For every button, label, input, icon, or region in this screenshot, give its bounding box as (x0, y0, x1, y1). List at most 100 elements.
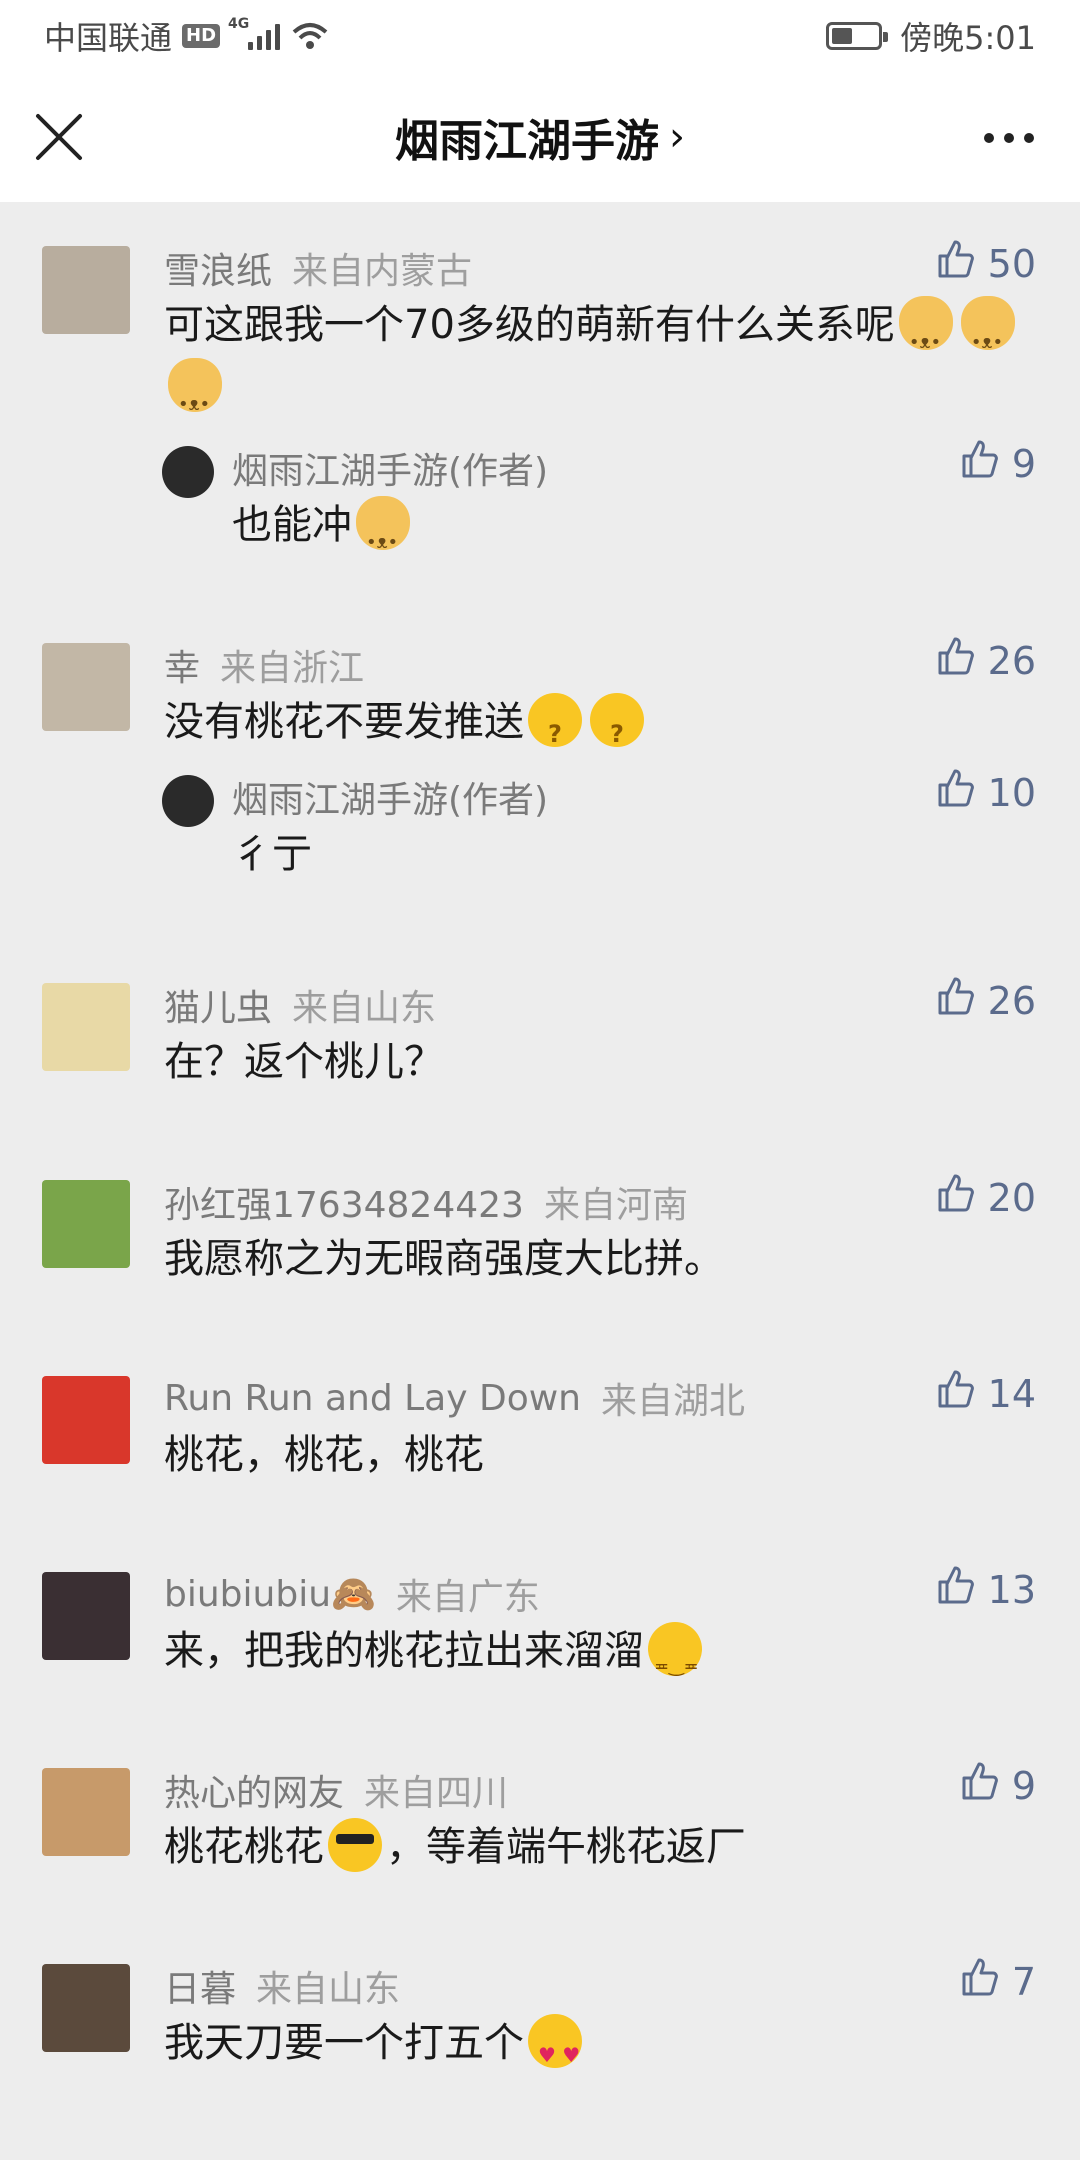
reply-author[interactable]: 烟雨江湖手游(作者) (232, 771, 548, 823)
comment-text: 我愿称之为无暇商强度大比拼。 (164, 1228, 1020, 1290)
comment-meta: Run Run and Lay Down 来自湖北 (164, 1372, 745, 1424)
thumbs-up-icon (934, 767, 976, 818)
avatar[interactable] (42, 246, 130, 334)
battery-icon (826, 22, 889, 50)
chevron-right-icon: › (669, 114, 685, 160)
avatar[interactable] (42, 643, 130, 731)
confused-emoji: confused (590, 693, 644, 765)
page-title[interactable]: 烟雨江湖手游 › (395, 105, 685, 169)
reply-meta: 烟雨江湖手游(作者) (232, 771, 548, 823)
reply-like-button[interactable]: 9 (958, 438, 1036, 489)
status-left: 中国联通 HD 4G (44, 13, 330, 59)
reply-like-count: 10 (987, 770, 1036, 815)
like-count: 14 (987, 1371, 1036, 1416)
time-label: 傍晚5:01 (900, 19, 1036, 57)
comment-meta: 雪浪纸 来自内蒙古 (164, 242, 472, 294)
comment-text: 可这跟我一个70多级的萌新有什么关系呢dogedogedoge (164, 294, 1020, 436)
reply-like-count: 9 (1011, 441, 1036, 486)
hd-badge: HD (182, 24, 221, 48)
like-button[interactable]: 50 (934, 238, 1036, 289)
comment-location: 来自浙江 (220, 648, 365, 689)
comment-author[interactable]: 热心的网友 (164, 1764, 344, 1816)
avatar[interactable] (42, 1768, 130, 1856)
comment-location: 来自湖北 (601, 1381, 746, 1422)
comment-text-content: 没有桃花不要发推送 (164, 699, 524, 745)
comment-text-content: 可这跟我一个70多级的萌新有什么关系呢 (164, 302, 895, 348)
comment-text: 桃花桃花cool，等着端午桃花返厂 (164, 1816, 1020, 1878)
more-dots-icon[interactable] (984, 128, 1040, 148)
doge-emoji: doge (356, 496, 410, 574)
comment-text: 桃花，桃花，桃花 (164, 1424, 1020, 1486)
close-icon[interactable] (32, 110, 86, 164)
reply-text-content: 彳亍 (232, 831, 312, 877)
status-right: 傍晚5:01 (826, 13, 1036, 59)
hearts-emoji: hearts (528, 2014, 582, 2086)
like-count: 50 (987, 241, 1036, 286)
smirk-emoji: smirk (648, 1622, 702, 1698)
comment-text-content: 我愿称之为无暇商强度大比拼。 (164, 1236, 724, 1282)
avatar[interactable] (42, 983, 130, 1071)
comment-text-content: 来，把我的桃花拉出来溜溜 (164, 1628, 644, 1674)
avatar[interactable] (42, 1376, 130, 1464)
comment-text-content: 在？返个桃儿？ (164, 1039, 444, 1085)
like-count: 26 (987, 978, 1036, 1023)
carrier-label: 中国联通 (44, 19, 173, 57)
confused-emoji: confused (528, 693, 582, 765)
doge-emoji: doge (168, 358, 222, 436)
like-button[interactable]: 13 (934, 1564, 1036, 1615)
reply-like-button[interactable]: 10 (934, 767, 1036, 818)
reply-author[interactable]: 烟雨江湖手游(作者) (232, 442, 548, 494)
signal-icon: 4G (228, 16, 281, 50)
comment-location: 来自内蒙古 (292, 251, 473, 292)
like-count: 26 (987, 638, 1036, 683)
comment-author[interactable]: 猫儿虫 (164, 979, 272, 1031)
comment-text-content: 桃花桃花 (164, 1824, 324, 1870)
like-button[interactable]: 7 (958, 1956, 1036, 2007)
comment-author[interactable]: 幸 (164, 639, 200, 691)
reply-meta: 烟雨江湖手游(作者) (232, 442, 548, 494)
comment-text: 在？返个桃儿？ (164, 1031, 1020, 1093)
status-bar: 中国联通 HD 4G 傍晚5:01 (0, 0, 1080, 72)
thumbs-up-icon (934, 1564, 976, 1615)
like-button[interactable]: 26 (934, 975, 1036, 1026)
page-title-text: 烟雨江湖手游 (395, 116, 659, 167)
comment-meta: biubiubiu🙈 来自广东 (164, 1568, 540, 1620)
like-button[interactable]: 20 (934, 1172, 1036, 1223)
wifi-icon (292, 23, 328, 49)
author-avatar[interactable] (162, 446, 214, 498)
comment-author[interactable]: 孙红强17634824423 (164, 1176, 524, 1228)
reply-text-content: 也能冲 (232, 502, 352, 548)
comment-text: 来，把我的桃花拉出来溜溜smirk (164, 1620, 1020, 1698)
comment-location: 来自四川 (364, 1773, 509, 1814)
comment-location: 来自广东 (395, 1577, 540, 1618)
comment-author[interactable]: 日暮 (164, 1960, 236, 2012)
network-type: 4G (228, 16, 250, 32)
avatar[interactable] (42, 1572, 130, 1660)
like-button[interactable]: 26 (934, 635, 1036, 686)
avatar[interactable] (42, 1180, 130, 1268)
author-avatar[interactable] (162, 775, 214, 827)
like-count: 20 (987, 1175, 1036, 1220)
comment-author[interactable]: Run Run and Lay Down (164, 1378, 581, 1419)
like-button[interactable]: 9 (958, 1760, 1036, 1811)
thumbs-up-icon (934, 635, 976, 686)
comment-author[interactable]: 雪浪纸 (164, 242, 272, 294)
like-button[interactable]: 14 (934, 1368, 1036, 1419)
thumbs-up-icon (934, 238, 976, 289)
comment-location: 来自山东 (292, 988, 437, 1029)
comment-location: 来自河南 (543, 1185, 688, 1226)
doge-emoji: doge (960, 296, 1015, 374)
comment-text-content: 桃花，桃花，桃花 (164, 1432, 484, 1478)
like-count: 9 (1011, 1763, 1036, 1808)
avatar[interactable] (42, 1964, 130, 2052)
comment-text-content: 我天刀要一个打五个 (164, 2020, 524, 2066)
comment-author[interactable]: biubiubiu🙈 (164, 1573, 376, 1615)
thumbs-up-icon (958, 1956, 1000, 2007)
comment-meta: 幸 来自浙江 (164, 639, 364, 691)
reply-text: 也能冲doge (232, 494, 1020, 574)
thumbs-up-icon (958, 438, 1000, 489)
comment-location: 来自山东 (256, 1969, 401, 2010)
comment-meta: 猫儿虫 来自山东 (164, 979, 436, 1031)
nav-bar: 烟雨江湖手游 › (0, 72, 1080, 202)
reply-text: 彳亍 (232, 823, 1020, 885)
